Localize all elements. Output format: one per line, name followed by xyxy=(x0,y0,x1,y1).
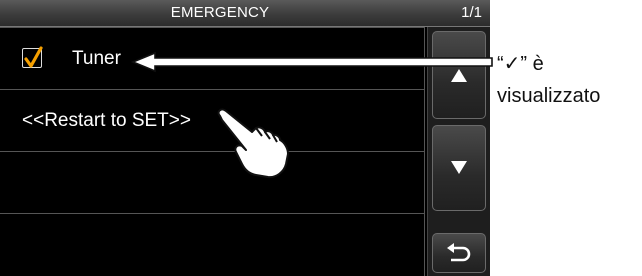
annotation-line-1: “✓” è xyxy=(497,53,544,75)
check-icon xyxy=(24,46,43,68)
triangle-down-icon xyxy=(451,161,467,174)
screen-title: EMERGENCY xyxy=(170,4,270,21)
title-bar: EMERGENCY 1/1 xyxy=(0,0,490,27)
list-item-tuner[interactable]: Tuner xyxy=(0,27,425,91)
scroll-down-button[interactable] xyxy=(432,125,486,211)
pointing-hand-icon xyxy=(217,108,289,179)
return-arrow-icon xyxy=(447,243,471,262)
list-item-label: <<Restart to SET>> xyxy=(22,110,191,131)
page-indicator: 1/1 xyxy=(461,4,482,21)
scroll-panel xyxy=(427,27,490,276)
annotation-text: “✓” è visualizzato xyxy=(497,48,600,112)
list-item-label: Tuner xyxy=(72,48,121,69)
annotation-line-2: visualizzato xyxy=(497,85,601,107)
device-screen: EMERGENCY 1/1 Tuner <<Restart to SET>> xyxy=(0,0,490,276)
back-button[interactable] xyxy=(432,233,486,273)
triangle-up-icon xyxy=(451,69,467,82)
list-item-empty xyxy=(0,213,425,276)
scroll-up-button[interactable] xyxy=(432,31,486,119)
tuner-checkbox[interactable] xyxy=(22,46,43,68)
